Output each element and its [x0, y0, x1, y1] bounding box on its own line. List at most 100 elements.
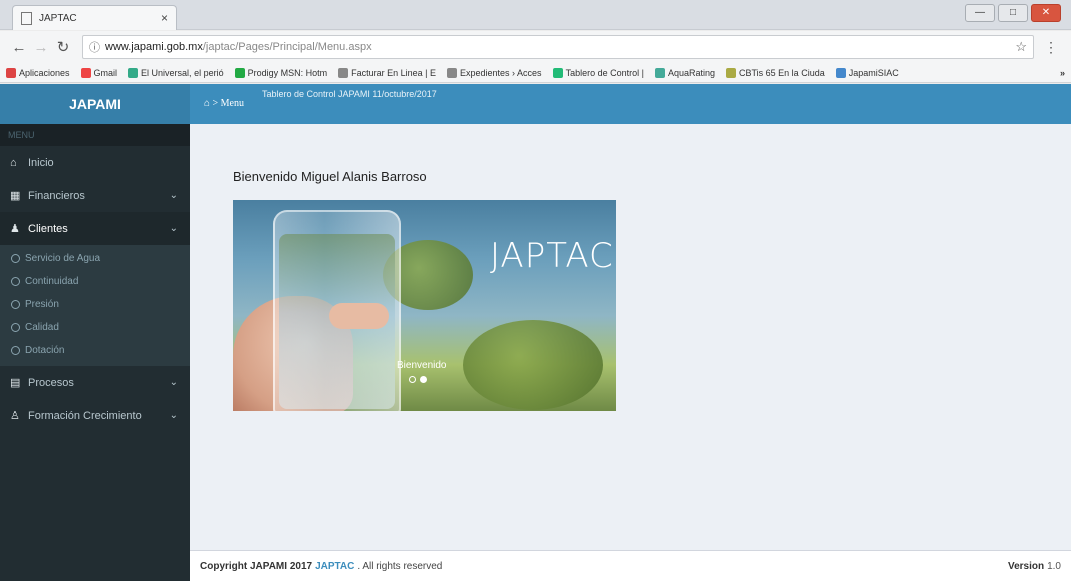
- home-icon: ⌂: [10, 156, 17, 169]
- browser-tab-bar: JAPTAC × — □ ✕: [0, 0, 1071, 30]
- bookmark-star-icon[interactable]: ☆: [1015, 39, 1027, 55]
- bookmark-icon: [654, 67, 665, 78]
- bookmark-item[interactable]: Aplicaciones: [6, 67, 70, 78]
- circle-icon: [11, 346, 20, 355]
- main-content: Bienvenido Miguel Alanis Barroso JAPTAC …: [190, 124, 1071, 550]
- clientes-submenu: Servicio de Agua Continuidad Presión Cal…: [0, 245, 190, 366]
- sidebar-item-label: Clientes: [28, 222, 68, 235]
- chevron-down-icon: ⌄: [169, 377, 178, 388]
- bookmark-label: Gmail: [93, 67, 118, 78]
- chevron-down-icon: ⌄: [169, 410, 178, 421]
- circle-icon: [11, 254, 20, 263]
- bookmark-icon: [6, 67, 16, 78]
- sidebar-item-label: Financieros: [28, 189, 85, 202]
- bookmark-item[interactable]: Prodigy MSN: Hotm: [234, 67, 328, 78]
- circle-icon: [11, 323, 20, 332]
- bookmark-label: AquaRating: [667, 67, 715, 78]
- sidebar-item-label: Formación Crecimiento: [28, 409, 142, 422]
- sidebar-item-clientes[interactable]: ♟ Clientes ⌄: [0, 212, 190, 245]
- maximize-button[interactable]: □: [998, 4, 1028, 22]
- bookmark-item[interactable]: CBTis 65 En la Ciuda: [726, 67, 825, 78]
- window-controls: — □ ✕: [965, 4, 1061, 22]
- header-title: Tablero de Control JAPAMI 11/octubre/201…: [262, 89, 437, 99]
- sidebar-item-procesos[interactable]: ▤ Procesos ⌄: [0, 366, 190, 399]
- copyright-text: Copyright JAPAMI 2017: [200, 560, 313, 572]
- browser-menu-icon[interactable]: ⋮: [1044, 39, 1058, 56]
- bookmark-icon: [835, 67, 846, 78]
- submenu-label: Calidad: [25, 322, 59, 333]
- app-header: JAPAMI ⌂ > Menu Tablero de Control JAPAM…: [0, 84, 1071, 124]
- info-icon[interactable]: ⓘ: [89, 39, 100, 55]
- submenu-label: Continuidad: [25, 276, 79, 287]
- sidebar-header: MENU: [0, 124, 190, 146]
- carousel-dot-active[interactable]: [420, 376, 427, 383]
- bookmark-icon: [234, 67, 245, 78]
- minimize-button[interactable]: —: [965, 4, 995, 22]
- circle-icon: [11, 277, 20, 286]
- breadcrumb[interactable]: ⌂ > Menu: [204, 98, 244, 109]
- footer-brand-link[interactable]: JAPTAC: [315, 561, 354, 572]
- submenu-item-calidad[interactable]: Calidad: [0, 316, 190, 339]
- tab-title: JAPTAC: [39, 12, 77, 24]
- calendar-icon: ▤: [10, 377, 21, 389]
- bookmark-item[interactable]: Gmail: [80, 67, 118, 78]
- bookmark-label: El Universal, el perió: [141, 67, 224, 78]
- footer: Copyright JAPAMI 2017 JAPTAC . All right…: [190, 550, 1071, 581]
- bookmark-icon: [338, 67, 349, 78]
- bookmark-label: Aplicaciones: [19, 67, 70, 78]
- sidebar-item-formacion[interactable]: ♙ Formación Crecimiento ⌄: [0, 399, 190, 432]
- rights-text: . All rights reserved: [357, 560, 443, 572]
- sidebar-item-financieros[interactable]: ▦ Financieros ⌄: [0, 179, 190, 212]
- bookmark-label: CBTis 65 En la Ciuda: [739, 67, 825, 78]
- submenu-label: Presión: [25, 299, 59, 310]
- carousel-indicators: [409, 376, 427, 383]
- carousel-dot[interactable]: [409, 376, 416, 383]
- bookmark-icon: [80, 67, 91, 78]
- background-tree: [463, 320, 603, 410]
- bookmark-item[interactable]: JapamiSIAC: [835, 67, 899, 78]
- version-number: 1.0: [1047, 560, 1061, 572]
- back-icon[interactable]: ←: [8, 39, 30, 56]
- bookmark-label: Facturar En Linea | E: [351, 67, 437, 78]
- bookmark-label: Tablero de Control |: [565, 67, 644, 78]
- page-icon: [21, 11, 32, 25]
- bookmark-item[interactable]: El Universal, el perió: [128, 67, 224, 78]
- bookmark-item[interactable]: Tablero de Control |: [552, 67, 644, 78]
- forward-icon[interactable]: →: [30, 39, 52, 56]
- submenu-item-dotacion[interactable]: Dotación: [0, 339, 190, 362]
- table-icon: ▦: [10, 190, 21, 202]
- tab-close-icon[interactable]: ×: [161, 11, 168, 25]
- bookmark-item[interactable]: Facturar En Linea | E: [338, 67, 437, 78]
- carousel[interactable]: JAPTAC Bienvenido: [233, 200, 616, 411]
- sidebar: MENU ⌂ Inicio ▦ Financieros ⌄ ♟ Clientes…: [0, 124, 190, 581]
- submenu-item-presion[interactable]: Presión: [0, 293, 190, 316]
- user-growth-icon: ♙: [10, 410, 20, 422]
- submenu-label: Servicio de Agua: [25, 253, 101, 264]
- submenu-item-continuidad[interactable]: Continuidad: [0, 270, 190, 293]
- url-input[interactable]: ⓘ www.japami.gob.mx /japtac/Pages/Princi…: [82, 35, 1034, 59]
- bookmark-label: JapamiSIAC: [848, 67, 899, 78]
- reload-icon[interactable]: ↻: [52, 38, 74, 56]
- chevron-down-icon: ⌄: [169, 223, 178, 234]
- sidebar-item-inicio[interactable]: ⌂ Inicio: [0, 146, 190, 179]
- chevron-down-icon: ⌄: [169, 190, 178, 201]
- bookmarks-bar: Aplicaciones Gmail El Universal, el perió P…: [0, 63, 1071, 83]
- thumb-image: [329, 303, 389, 329]
- bookmark-icon: [552, 67, 563, 78]
- browser-tab[interactable]: JAPTAC ×: [12, 5, 177, 30]
- bookmark-icon: [128, 67, 139, 78]
- bookmark-item[interactable]: AquaRating: [654, 67, 715, 78]
- welcome-text: Bienvenido Miguel Alanis Barroso: [233, 169, 427, 184]
- submenu-item-servicio-agua[interactable]: Servicio de Agua: [0, 247, 190, 270]
- bookmark-icon: [726, 67, 736, 78]
- submenu-label: Dotación: [25, 345, 65, 356]
- app-logo[interactable]: JAPAMI: [0, 84, 190, 124]
- carousel-caption: Bienvenido: [397, 360, 447, 371]
- user-icon: ♟: [10, 223, 20, 235]
- close-window-button[interactable]: ✕: [1031, 4, 1061, 22]
- bookmark-label: Prodigy MSN: Hotm: [247, 67, 328, 78]
- version-label: Version: [1007, 560, 1045, 572]
- bookmarks-more-button[interactable]: »: [1060, 68, 1065, 78]
- url-path: /japtac/Pages/Principal/Menu.aspx: [202, 41, 372, 53]
- bookmark-item[interactable]: Expedientes › Acces: [447, 67, 542, 78]
